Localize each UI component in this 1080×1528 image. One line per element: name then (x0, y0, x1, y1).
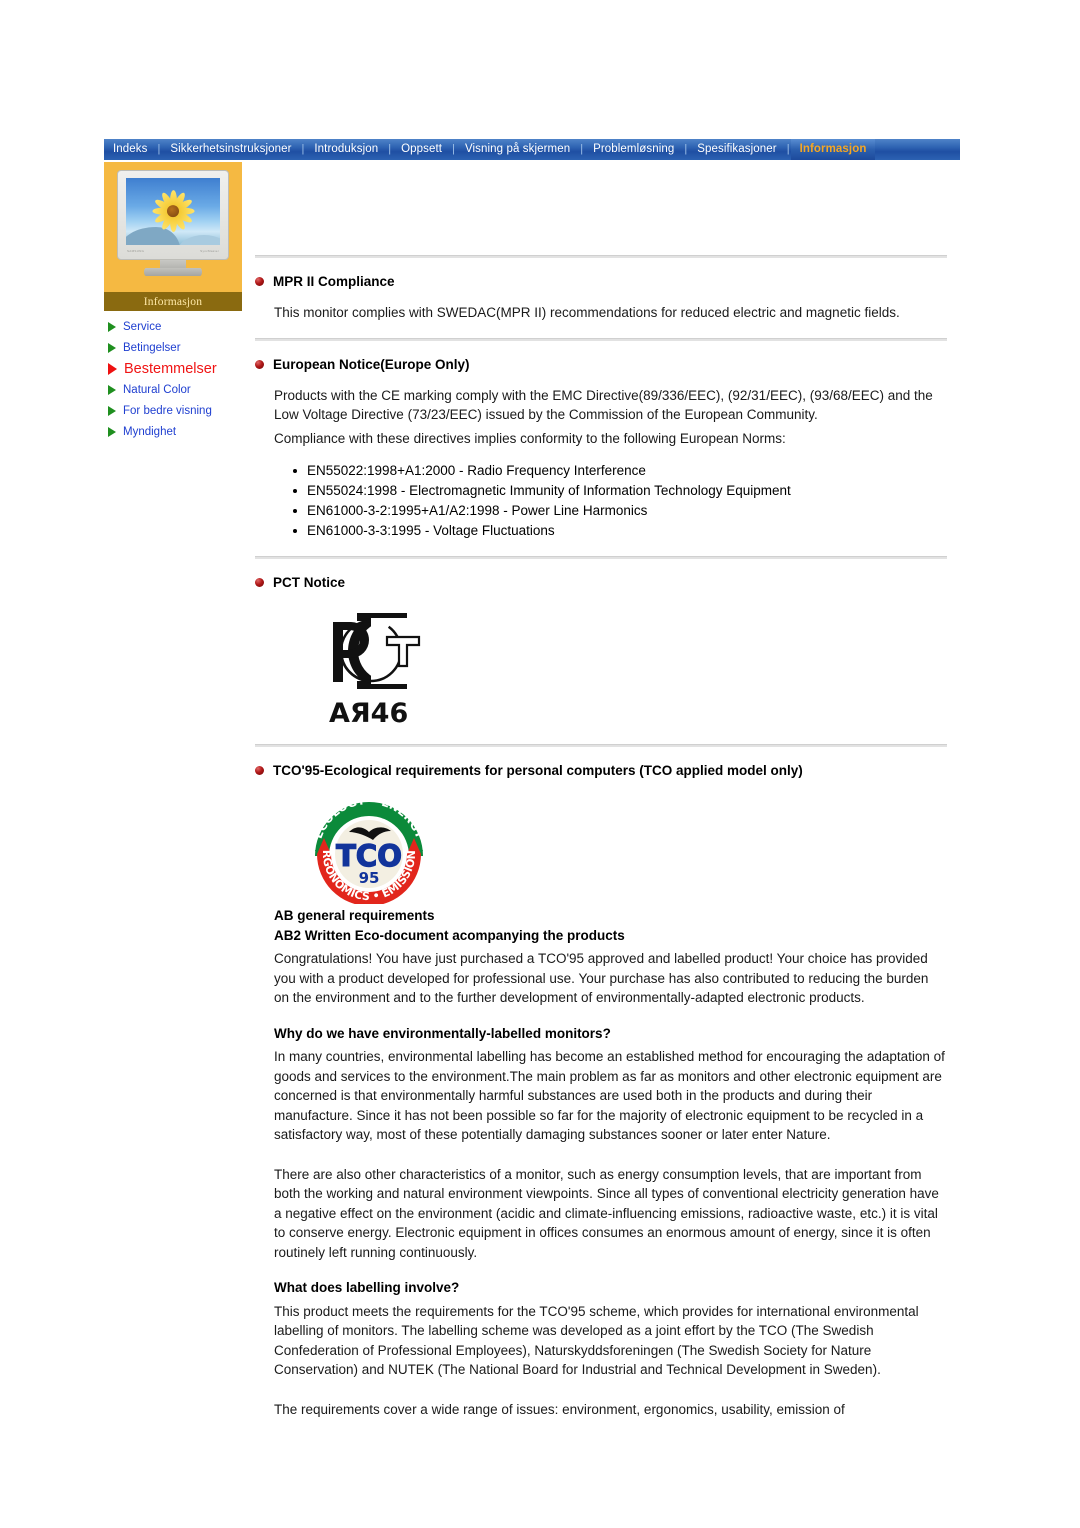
nav-item-sikkerhetsinstruksjoner[interactable]: Sikkerhetsinstruksjoner (161, 139, 300, 160)
nav-item-oppsett[interactable]: Oppsett (392, 139, 451, 160)
subsection-heading-ab-general: AB general requirements (274, 908, 435, 923)
section-european-notice: European Notice(Europe Only) Products wi… (255, 341, 947, 542)
section-heading: TCO'95-Ecological requirements for perso… (273, 763, 803, 778)
triangle-bullet-icon (108, 426, 116, 437)
subsection-paragraph: There are also other characteristics of … (274, 1166, 939, 1260)
monitor-base (144, 268, 202, 276)
nav-item-indeks[interactable]: Indeks (104, 139, 156, 160)
sidebar-item-for-bedre-visning[interactable]: For bedre visning (104, 400, 242, 421)
nav-item-visning-pa-skjermen[interactable]: Visning på skjermen (456, 139, 579, 160)
sidebar-link-list: Service Betingelser Bestemmelser Natural… (104, 311, 242, 442)
sidebar-item-label: Service (123, 320, 162, 333)
pct-certification-logo: AЯ46 (315, 608, 445, 729)
monitor-illustration: SAMSUNG SyncMaster (104, 162, 242, 292)
nav-item-introduksjon[interactable]: Introduksjon (305, 139, 387, 160)
triangle-bullet-icon (108, 321, 116, 332)
sunflower-icon (151, 189, 195, 233)
sidebar-item-label: Bestemmelser (124, 360, 217, 377)
subsection-paragraph: In many countries, environmental labelli… (274, 1049, 945, 1142)
tco95-mark-icon: TCO 95 ECOLOGY • ENERGY ERGONOMICS • EMI… (301, 788, 427, 906)
svg-text:TCO: TCO (336, 839, 402, 873)
pct-logo-caption: AЯ46 (329, 698, 409, 729)
sidebar-item-betingelser[interactable]: Betingelser (104, 337, 242, 358)
section-mpr-ii: MPR II Compliance This monitor complies … (255, 258, 947, 323)
section-tco95: TCO'95-Ecological requirements for perso… (255, 747, 947, 1419)
list-item: EN61000-3-2:1995+A1/A2:1998 - Power Line… (291, 501, 947, 521)
svg-text:95: 95 (359, 869, 380, 887)
nav-item-informasjon[interactable]: Informasjon (790, 139, 876, 160)
sunflower-core (167, 204, 179, 217)
sidebar-item-label: Betingelser (123, 341, 181, 354)
triangle-bullet-icon (108, 384, 116, 395)
triangle-bullet-icon (108, 342, 116, 353)
section-paragraph: This monitor complies with SWEDAC(MPR II… (274, 305, 900, 320)
sidebar-item-service[interactable]: Service (104, 316, 242, 337)
list-item: EN55022:1998+A1:2000 - Radio Frequency I… (291, 461, 947, 481)
section-heading: MPR II Compliance (273, 274, 395, 289)
sidebar-item-bestemmelser[interactable]: Bestemmelser (104, 358, 242, 379)
monitor-brand-left: SAMSUNG (127, 249, 145, 253)
sidebar: SAMSUNG SyncMaster Informasjon Service B… (104, 162, 242, 442)
pct-mark-icon (333, 613, 421, 689)
list-item: EN61000-3-3:1995 - Voltage Fluctuations (291, 521, 947, 541)
section-heading: PCT Notice (273, 575, 346, 590)
subsection-paragraph: This product meets the requirements for … (274, 1303, 919, 1378)
sidebar-title-bar: Informasjon (104, 292, 242, 311)
subsection-heading-why-labelled: Why do we have environmentally-labelled … (274, 1025, 611, 1041)
monitor-brand-right: SyncMaster (200, 249, 219, 253)
monitor-screen (126, 178, 220, 245)
monitor-frame-icon: SAMSUNG SyncMaster (117, 170, 229, 260)
main-content: MPR II Compliance This monitor complies … (255, 255, 947, 1419)
triangle-bullet-icon (108, 362, 117, 375)
red-bullet-icon (255, 277, 264, 286)
nav-item-spesifikasjoner[interactable]: Spesifikasjoner (688, 139, 785, 160)
european-norms-list: EN55022:1998+A1:2000 - Radio Frequency I… (291, 461, 947, 541)
list-item: EN55024:1998 - Electromagnetic Immunity … (291, 481, 947, 501)
red-bullet-icon (255, 359, 264, 369)
tco95-logo: TCO 95 ECOLOGY • ENERGY ERGONOMICS • EMI… (301, 788, 435, 906)
section-heading: European Notice(Europe Only) (273, 356, 470, 372)
section-pct-notice: PCT Notice AЯ46 (255, 559, 947, 729)
sidebar-item-label: Myndighet (123, 425, 177, 438)
sidebar-title: Informasjon (143, 295, 203, 308)
subsection-heading-what-does-labelling-involve: What does labelling involve? (274, 1280, 460, 1295)
red-bullet-icon (255, 766, 264, 775)
sidebar-item-myndighet[interactable]: Myndighet (104, 421, 242, 442)
section-paragraph: Compliance with these directives implies… (274, 430, 786, 446)
landscape-hill-right (178, 235, 220, 245)
subsection-paragraph: Congratulations! You have just purchased… (274, 951, 929, 1005)
triangle-bullet-icon (108, 405, 116, 416)
sidebar-item-label: Natural Color (123, 383, 191, 396)
section-paragraph: Products with the CE marking comply with… (274, 387, 933, 423)
subsection-heading-ab2: AB2 Written Eco-document acompanying the… (274, 927, 625, 943)
subsection-paragraph: The requirements cover a wide range of i… (274, 1401, 845, 1417)
sidebar-item-label: For bedre visning (123, 404, 212, 417)
sidebar-item-natural-color[interactable]: Natural Color (104, 379, 242, 400)
red-bullet-icon (255, 578, 264, 587)
nav-item-problemlosning[interactable]: Problemløsning (584, 139, 683, 160)
top-navigation-bar: Indeks | Sikkerhetsinstruksjoner | Intro… (104, 139, 960, 160)
